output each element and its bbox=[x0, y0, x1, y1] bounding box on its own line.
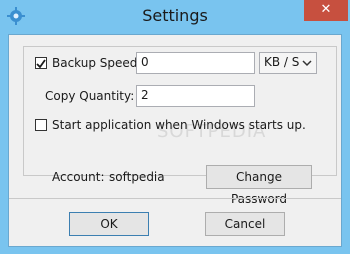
cancel-button[interactable]: Cancel bbox=[205, 212, 285, 236]
title-bar[interactable]: Settings ✕ bbox=[0, 0, 350, 34]
speed-unit-select[interactable]: KB / S bbox=[259, 52, 317, 74]
chevron-down-icon bbox=[302, 60, 312, 67]
checkmark-icon bbox=[36, 59, 46, 69]
copy-quantity-label: Copy Quantity: bbox=[45, 89, 135, 103]
start-with-windows-checkbox[interactable] bbox=[35, 119, 47, 131]
copy-quantity-input[interactable]: 2 bbox=[136, 85, 255, 107]
settings-panel: SOFTPEDIA Backup Speed: 0 KB / S Copy Qu… bbox=[8, 34, 342, 247]
backup-speed-checkbox[interactable] bbox=[35, 57, 47, 69]
close-button[interactable]: ✕ bbox=[304, 0, 348, 21]
window-title: Settings bbox=[142, 6, 208, 25]
backup-speed-input[interactable]: 0 bbox=[136, 52, 255, 74]
ok-button[interactable]: OK bbox=[69, 212, 149, 236]
account-value: softpedia bbox=[109, 170, 165, 184]
change-password-button[interactable]: Change Password bbox=[206, 165, 312, 206]
footer-divider bbox=[9, 198, 341, 199]
start-with-windows-label: Start application when Windows starts up… bbox=[52, 118, 306, 132]
speed-unit-value: KB / S bbox=[264, 55, 300, 69]
close-icon: ✕ bbox=[320, 2, 332, 17]
account-label: Account: bbox=[52, 170, 105, 184]
backup-speed-label: Backup Speed: bbox=[52, 56, 142, 70]
